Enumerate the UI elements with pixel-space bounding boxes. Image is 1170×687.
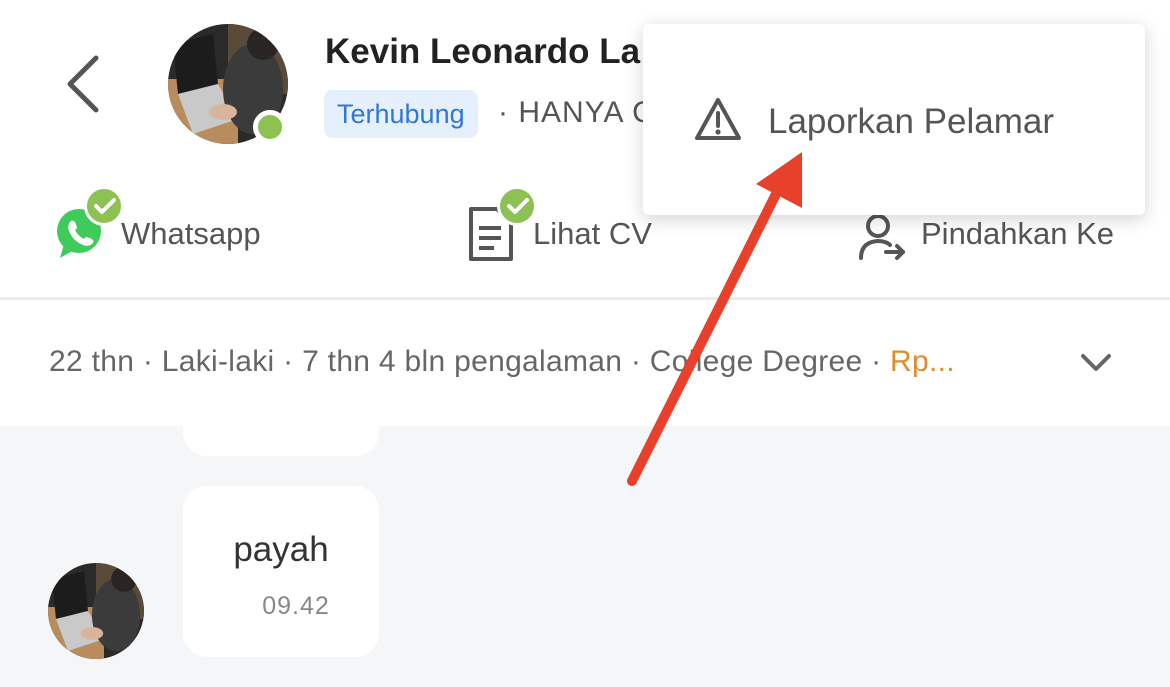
candidate-name: Kevin Leonardo La	[325, 32, 641, 71]
candidate-subtitle: · HANYA C	[498, 96, 655, 129]
chevron-down-icon	[1081, 354, 1111, 371]
candidate-info-bar: 22 thn · Laki-laki · 7 thn 4 bln pengala…	[0, 300, 1170, 426]
view-cv-label: Lihat CV	[533, 216, 652, 251]
warning-icon	[695, 98, 741, 140]
chevron-left-icon	[67, 55, 99, 113]
verified-check-icon	[84, 186, 124, 226]
candidate-details-text: 22 thn · Laki-laki · 7 thn 4 bln pengala…	[49, 345, 891, 378]
report-applicant-menu-item[interactable]: Laporkan Pelamar	[643, 78, 1145, 162]
message-time: 09.42	[262, 592, 330, 620]
expand-info-button[interactable]	[1078, 348, 1114, 378]
view-cv-button[interactable]: Lihat CV	[466, 186, 666, 272]
chat-area[interactable]: payah 09.42	[0, 426, 1170, 687]
whatsapp-label: Whatsapp	[121, 216, 261, 251]
verified-check-icon	[497, 186, 537, 226]
report-applicant-label: Laporkan Pelamar	[768, 102, 1054, 141]
sender-avatar[interactable]	[48, 563, 144, 659]
back-button[interactable]	[58, 52, 112, 116]
connection-status-badge: Terhubung	[324, 90, 478, 138]
candidate-details: 22 thn · Laki-laki · 7 thn 4 bln pengala…	[49, 345, 955, 379]
expected-salary: Rp...	[890, 345, 955, 378]
whatsapp-button[interactable]: Whatsapp	[50, 186, 290, 272]
options-popup-menu: Laporkan Pelamar	[643, 24, 1145, 215]
message-text: payah	[233, 530, 329, 569]
move-user-icon	[859, 214, 905, 260]
message-bubble[interactable]	[183, 426, 379, 456]
message-bubble[interactable]: payah 09.42	[183, 486, 379, 657]
online-status-dot	[253, 110, 287, 144]
move-to-label: Pindahkan Ke	[921, 216, 1115, 251]
